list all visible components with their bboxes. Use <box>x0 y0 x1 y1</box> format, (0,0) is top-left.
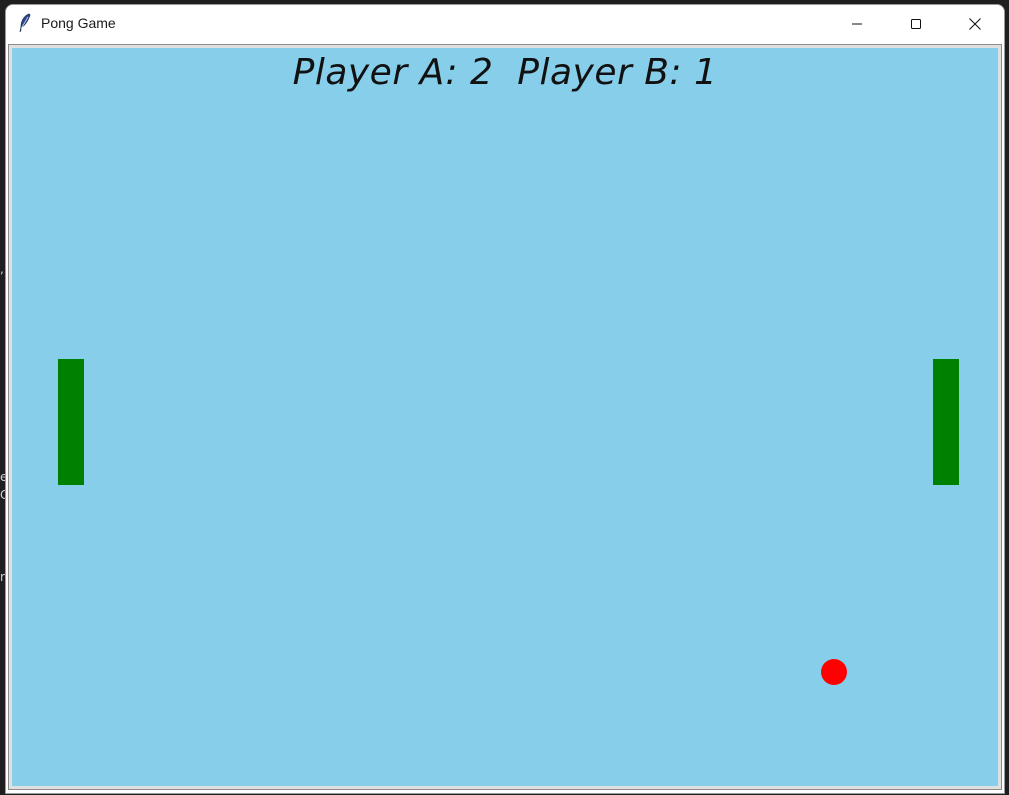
minimize-icon <box>852 23 862 25</box>
pong-window: Pong Game Player A: 2 Player B: 1 <box>5 4 1005 794</box>
ball <box>821 659 847 685</box>
feather-icon <box>19 13 31 33</box>
maximize-button[interactable] <box>893 5 939 43</box>
game-canvas-frame: Player A: 2 Player B: 1 <box>8 44 1002 790</box>
title-bar[interactable]: Pong Game <box>6 5 1004 43</box>
minimize-button[interactable] <box>834 5 880 43</box>
window-title: Pong Game <box>41 15 116 31</box>
left-paddle <box>58 359 84 485</box>
maximize-icon <box>911 19 921 29</box>
close-icon <box>969 18 981 30</box>
score-display: Player A: 2 Player B: 1 <box>292 52 718 93</box>
right-paddle <box>933 359 959 485</box>
game-canvas[interactable]: Player A: 2 Player B: 1 <box>12 48 998 786</box>
close-button[interactable] <box>952 5 998 43</box>
